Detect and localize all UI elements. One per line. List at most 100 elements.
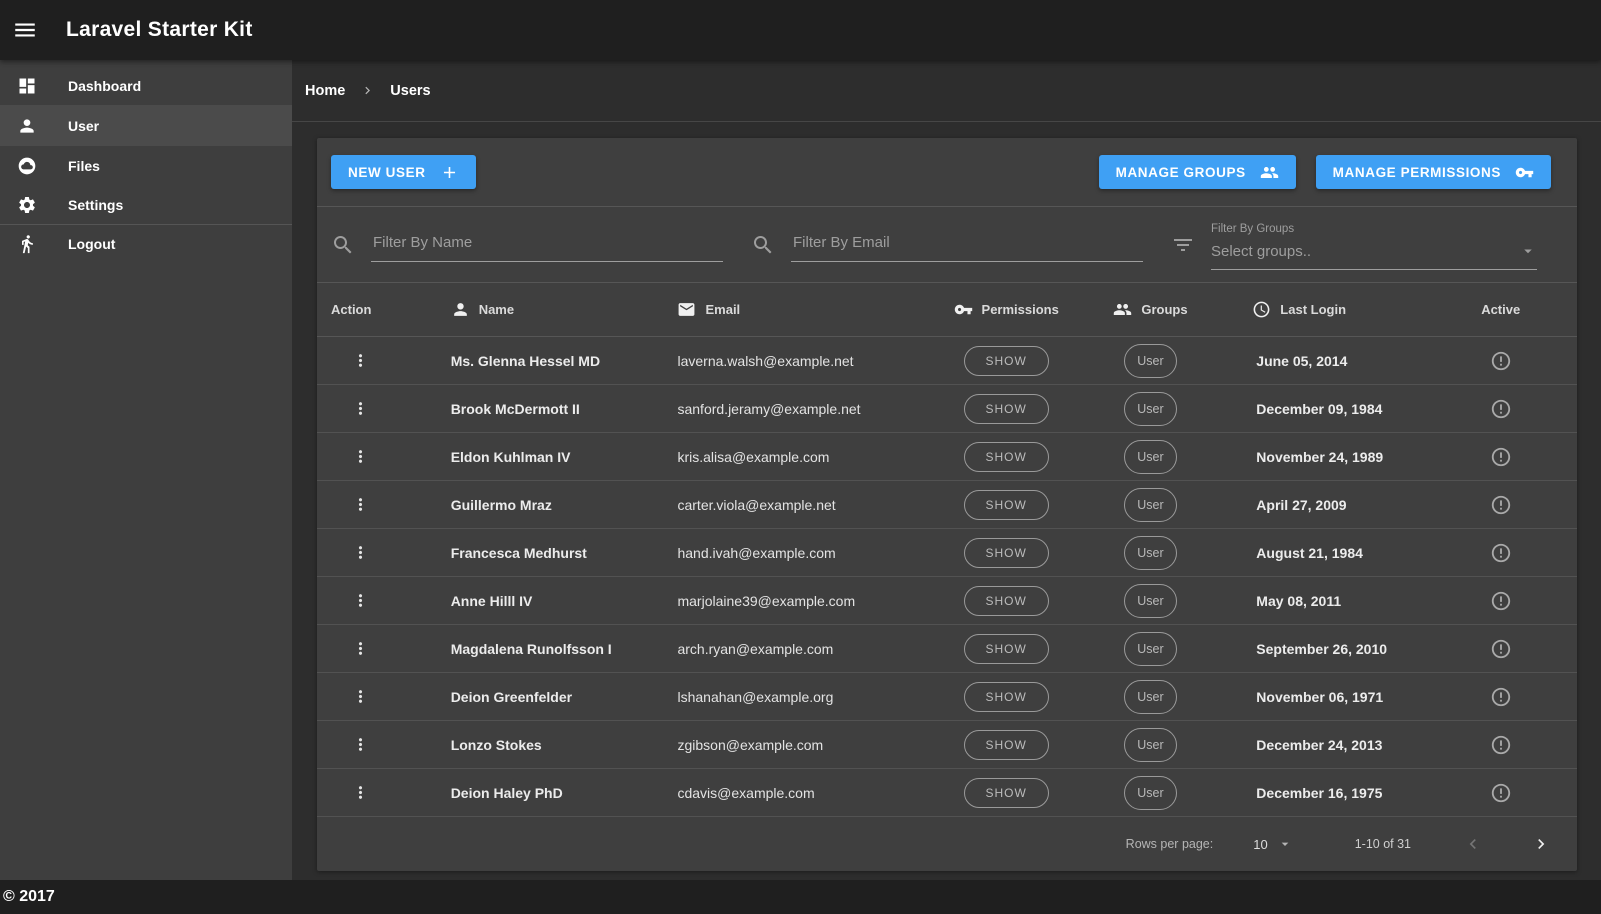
footer-bar: © 2017 <box>0 880 1601 914</box>
show-permissions-button[interactable]: SHOW <box>963 681 1049 712</box>
user-email: kris.alisa@example.com <box>677 448 830 465</box>
group-chip: User <box>1124 775 1177 810</box>
search-icon <box>331 233 355 257</box>
column-header-groups: Groups <box>1091 300 1211 319</box>
copyright-text: © 2017 <box>3 888 55 905</box>
manage-permissions-button[interactable]: MANAGE PERMISSIONS <box>1315 155 1551 189</box>
user-name: Francesca Medhurst <box>450 544 587 561</box>
last-login-date: April 27, 2009 <box>1256 496 1347 513</box>
show-permissions-button[interactable]: SHOW <box>963 537 1049 568</box>
user-email: cdavis@example.com <box>677 784 815 801</box>
breadcrumb-home[interactable]: Home <box>305 83 345 99</box>
group-chip: User <box>1124 439 1177 474</box>
show-permissions-button[interactable]: SHOW <box>963 345 1049 376</box>
active-status-icon <box>1490 446 1512 468</box>
row-actions-menu-icon[interactable] <box>349 637 372 660</box>
top-app-bar: Laravel Starter Kit <box>0 0 1601 60</box>
manage-groups-button[interactable]: MANAGE GROUPS <box>1098 155 1296 189</box>
table-row: Eldon Kuhlman IV kris.alisa@example.com … <box>317 433 1577 481</box>
show-permissions-button[interactable]: SHOW <box>963 585 1049 616</box>
row-actions-menu-icon[interactable] <box>349 397 372 420</box>
previous-page-button[interactable] <box>1461 832 1485 856</box>
table-body: Ms. Glenna Hessel MD laverna.walsh@examp… <box>317 337 1577 817</box>
active-status-icon <box>1490 734 1512 756</box>
group-chip: User <box>1124 679 1177 714</box>
gear-icon <box>17 195 37 215</box>
sidebar-item-label: User <box>68 117 100 134</box>
column-header-active: Active <box>1481 302 1521 317</box>
row-actions-menu-icon[interactable] <box>349 589 372 612</box>
active-status-icon <box>1490 350 1512 372</box>
user-email: zgibson@example.com <box>677 736 824 753</box>
new-user-button[interactable]: NEW USER <box>331 155 476 189</box>
sidebar-item-label: Settings <box>68 196 124 213</box>
row-actions-menu-icon[interactable] <box>349 781 372 804</box>
show-permissions-button[interactable]: SHOW <box>963 393 1049 424</box>
row-actions-menu-icon[interactable] <box>349 445 372 468</box>
sidebar-item-user[interactable]: User <box>0 105 292 146</box>
sidebar-item-logout[interactable]: Logout <box>0 224 292 263</box>
user-name: Brook McDermott II <box>450 400 580 417</box>
user-name: Anne Hilll IV <box>450 592 533 609</box>
groups-select-value: Select groups.. <box>1211 242 1312 260</box>
show-permissions-button[interactable]: SHOW <box>963 441 1049 472</box>
group-chip: User <box>1124 727 1177 762</box>
chevron-left-icon <box>1463 834 1483 854</box>
sidebar-item-label: Logout <box>68 236 116 252</box>
row-actions-menu-icon[interactable] <box>349 493 372 516</box>
person-icon <box>17 116 37 136</box>
caret-down-icon <box>1277 836 1293 852</box>
user-name: Ms. Glenna Hessel MD <box>450 352 601 369</box>
table-row: Guillermo Mraz carter.viola@example.net … <box>317 481 1577 529</box>
row-actions-menu-icon[interactable] <box>349 541 372 564</box>
user-name: Magdalena Runolfsson I <box>450 640 612 657</box>
table-row: Lonzo Stokes zgibson@example.com SHOW Us… <box>317 721 1577 769</box>
show-permissions-button[interactable]: SHOW <box>963 489 1049 520</box>
filter-by-email-input[interactable] <box>791 227 1143 262</box>
next-page-button[interactable] <box>1529 832 1553 856</box>
sidebar-item-settings[interactable]: Settings <box>0 185 292 224</box>
app-title: Laravel Starter Kit <box>66 18 253 41</box>
pagination-range: 1-10 of 31 <box>1354 837 1411 851</box>
menu-icon[interactable] <box>0 0 50 60</box>
row-actions-menu-icon[interactable] <box>349 733 372 756</box>
cloud-circle-icon <box>17 156 37 176</box>
user-email: hand.ivah@example.com <box>677 544 836 561</box>
group-chip: User <box>1124 487 1177 522</box>
filter-by-groups-select[interactable]: Filter By Groups Select groups.. <box>1211 223 1537 270</box>
active-status-icon <box>1490 782 1512 804</box>
user-name: Deion Greenfelder <box>450 688 573 705</box>
group-chip: User <box>1124 535 1177 570</box>
filter-row: Filter By Groups Select groups.. <box>317 207 1577 283</box>
show-permissions-button[interactable]: SHOW <box>963 777 1049 808</box>
filter-list-icon <box>1171 233 1195 257</box>
last-login-date: August 21, 1984 <box>1256 544 1363 561</box>
plus-icon <box>440 163 459 182</box>
search-icon <box>751 233 775 257</box>
sidebar-item-files[interactable]: Files <box>0 146 292 185</box>
table-header: Action Name Email Permissions Groups Las… <box>317 283 1577 337</box>
group-chip: User <box>1124 343 1177 378</box>
clock-icon <box>1252 300 1271 319</box>
show-permissions-button[interactable]: SHOW <box>963 729 1049 760</box>
active-status-icon <box>1490 398 1512 420</box>
people-icon <box>1260 163 1279 182</box>
last-login-date: December 09, 1984 <box>1256 400 1383 417</box>
user-name: Deion Haley PhD <box>450 784 563 801</box>
last-login-date: September 26, 2010 <box>1256 640 1388 657</box>
rows-per-page-select[interactable]: 10 <box>1247 835 1298 853</box>
sidebar-item-dashboard[interactable]: Dashboard <box>0 66 292 105</box>
row-actions-menu-icon[interactable] <box>349 685 372 708</box>
chevron-right-icon <box>1531 834 1551 854</box>
table-pagination: Rows per page: 10 1-10 of 31 <box>317 817 1577 871</box>
row-actions-menu-icon[interactable] <box>349 349 372 372</box>
filter-by-name-input[interactable] <box>371 227 723 262</box>
last-login-date: June 05, 2014 <box>1256 352 1348 369</box>
chevron-right-icon <box>360 83 375 98</box>
key-icon <box>954 300 973 319</box>
last-login-date: November 06, 1971 <box>1256 688 1384 705</box>
show-permissions-button[interactable]: SHOW <box>963 633 1049 664</box>
rows-per-page-value: 10 <box>1253 836 1268 852</box>
caret-down-icon <box>1519 242 1537 260</box>
user-name: Lonzo Stokes <box>450 736 542 753</box>
